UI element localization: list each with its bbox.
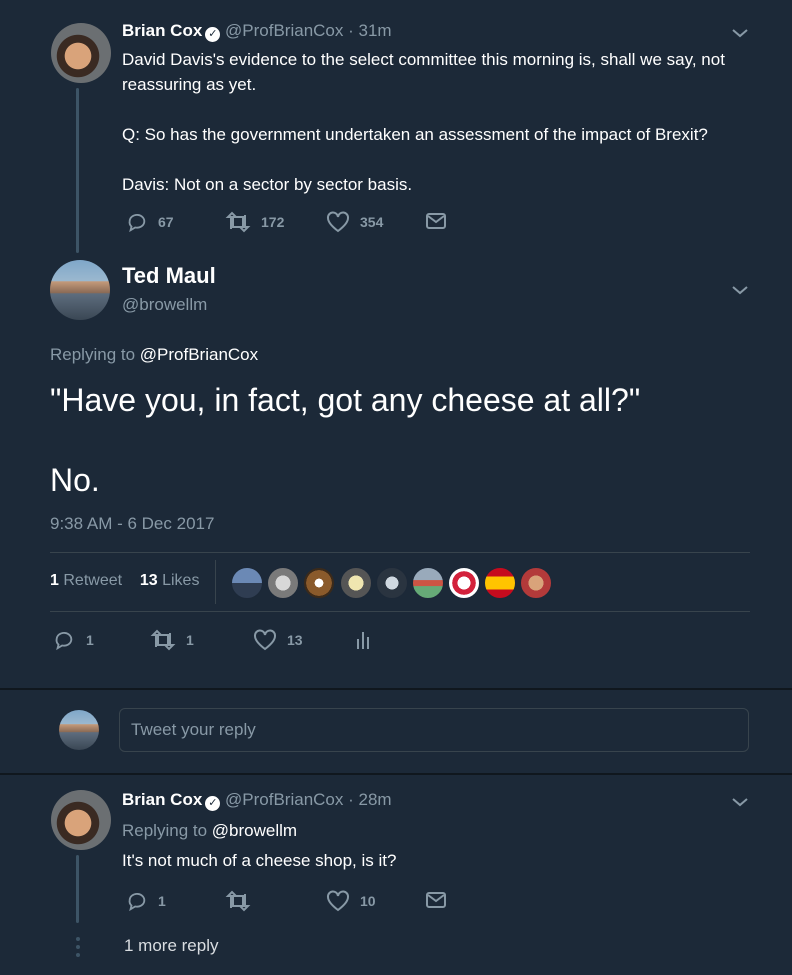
thread-line xyxy=(76,88,79,253)
tweet-time[interactable]: · 28m xyxy=(348,790,391,809)
verified-icon: ✓ xyxy=(205,27,221,42)
replying-to: Replying to @browellm xyxy=(122,821,298,840)
author-handle[interactable]: @ProfBrianCox xyxy=(225,790,343,809)
reply-count: 1 xyxy=(158,893,166,909)
like-button[interactable]: 10 xyxy=(326,890,376,912)
tweet-header: Brian Cox ✓ @ProfBrianCox · 31m xyxy=(122,21,392,42)
reply-button[interactable]: 67 xyxy=(126,211,174,233)
direct-message-button[interactable] xyxy=(425,890,457,910)
more-replies-dots xyxy=(76,937,80,961)
author-name[interactable]: Brian Cox xyxy=(122,21,202,40)
analytics-icon xyxy=(357,632,369,649)
liker-avatar[interactable] xyxy=(484,567,516,599)
liker-avatar[interactable] xyxy=(448,567,480,599)
liker-avatar[interactable] xyxy=(340,567,372,599)
avatar-brian-cox[interactable] xyxy=(51,23,111,83)
more-replies-link[interactable]: 1 more reply xyxy=(124,936,218,956)
tweet-text: It's not much of a cheese shop, is it? xyxy=(122,851,397,870)
divider xyxy=(50,552,750,553)
author-handle[interactable]: @ProfBrianCox xyxy=(225,21,343,40)
liker-avatar[interactable] xyxy=(267,567,299,599)
likes-stat[interactable]: 13 Likes xyxy=(140,572,200,589)
retweet-button[interactable]: 172 xyxy=(225,211,284,233)
tweet-time[interactable]: · 31m xyxy=(348,21,391,40)
chevron-down-icon[interactable] xyxy=(731,27,749,39)
retweet-button[interactable] xyxy=(225,890,261,912)
liker-avatar[interactable] xyxy=(303,567,335,599)
stats-divider xyxy=(215,560,216,604)
avatar-current-user[interactable] xyxy=(59,710,99,750)
engagement-stats: 1 Retweet 13 Likes xyxy=(50,572,199,590)
reply-icon xyxy=(128,892,146,912)
tweet-reply-input[interactable] xyxy=(120,709,748,751)
analytics-button[interactable] xyxy=(355,629,383,651)
retweet-button[interactable]: 1 xyxy=(150,629,194,651)
liker-avatar[interactable] xyxy=(231,567,263,599)
tweet-header: Brian Cox ✓ @ProfBrianCox · 28m xyxy=(122,790,392,811)
reply-box[interactable] xyxy=(119,708,749,752)
envelope-icon xyxy=(426,892,446,908)
replying-to-link[interactable]: @ProfBrianCox xyxy=(140,345,258,364)
heart-icon xyxy=(254,629,276,651)
retweet-icon xyxy=(225,890,251,912)
retweets-stat[interactable]: 1 Retweet xyxy=(50,572,122,589)
author-name[interactable]: Brian Cox xyxy=(122,790,202,809)
tweet-text: David Davis's evidence to the select com… xyxy=(122,50,725,194)
author-name[interactable]: Ted Maul xyxy=(122,263,216,289)
divider xyxy=(50,611,750,612)
heart-icon xyxy=(327,211,349,233)
thread-line xyxy=(76,855,79,923)
reply-icon xyxy=(55,631,73,651)
retweet-count: 1 xyxy=(186,632,194,648)
reply-icon xyxy=(128,213,146,233)
section-divider xyxy=(0,688,792,690)
author-handle[interactable]: @browellm xyxy=(122,295,207,315)
replying-to: Replying to @ProfBrianCox xyxy=(50,345,259,364)
retweet-icon xyxy=(150,629,176,651)
retweet-count: 172 xyxy=(261,214,285,230)
liker-avatar[interactable] xyxy=(376,567,408,599)
like-count: 354 xyxy=(360,214,384,230)
chevron-down-icon[interactable] xyxy=(731,284,749,296)
like-button[interactable]: 13 xyxy=(253,629,303,651)
avatar-ted-maul[interactable] xyxy=(50,260,110,320)
verified-icon: ✓ xyxy=(205,796,221,811)
liker-avatar[interactable] xyxy=(520,567,552,599)
like-count: 10 xyxy=(360,893,376,909)
avatar-brian-cox[interactable] xyxy=(51,790,111,850)
like-count: 13 xyxy=(287,632,303,648)
reply-count: 67 xyxy=(158,214,174,230)
retweet-icon xyxy=(225,211,251,233)
section-divider xyxy=(0,773,792,775)
replying-to-link[interactable]: @browellm xyxy=(212,821,297,840)
reply-count: 1 xyxy=(86,632,94,648)
tweet-text: "Have you, in fact, got any cheese at al… xyxy=(50,382,641,498)
envelope-icon xyxy=(426,213,446,229)
like-button[interactable]: 354 xyxy=(326,211,383,233)
tweet-timestamp[interactable]: 9:38 AM - 6 Dec 2017 xyxy=(50,514,214,534)
liker-avatar[interactable] xyxy=(412,567,444,599)
heart-icon xyxy=(327,890,349,912)
direct-message-button[interactable] xyxy=(425,211,457,231)
chevron-down-icon[interactable] xyxy=(731,796,749,808)
reply-button[interactable]: 1 xyxy=(126,890,166,912)
reply-button[interactable]: 1 xyxy=(52,629,94,651)
